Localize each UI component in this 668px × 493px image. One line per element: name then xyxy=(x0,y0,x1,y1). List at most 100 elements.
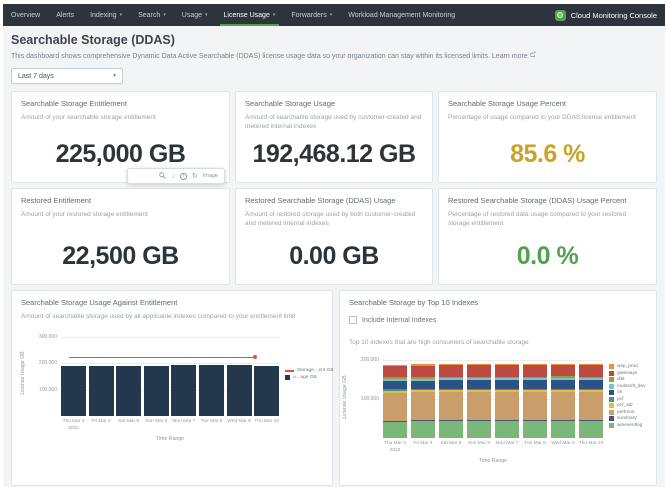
stack-segment-pcf-adr[interactable] xyxy=(383,390,407,393)
nav-item-indexing[interactable]: Indexing ▾ xyxy=(82,4,130,26)
stack-segment-pcf-adr[interactable] xyxy=(439,390,463,393)
stack-segment-wineventlog[interactable] xyxy=(523,421,547,439)
stack-segment-pcf[interactable] xyxy=(439,388,463,391)
stack-segment-pcf[interactable] xyxy=(411,389,435,391)
stack-segment-os[interactable] xyxy=(551,380,575,389)
nav-item-search[interactable]: Search ▾ xyxy=(130,4,174,26)
stack-segment-gateways[interactable] xyxy=(551,365,575,377)
stack-segment-summary[interactable] xyxy=(495,420,519,422)
stack-segment-wineventlog[interactable] xyxy=(383,421,407,439)
stack-segment-pcf[interactable] xyxy=(467,388,491,391)
usage-bar[interactable] xyxy=(61,365,86,417)
stack-segment-gateways[interactable] xyxy=(579,365,603,377)
stack-segment-pcf[interactable] xyxy=(383,389,407,391)
stack-segment-wineventlog[interactable] xyxy=(579,421,603,439)
stack-segment-perfmon[interactable] xyxy=(467,392,491,421)
stack-segment-wsp-prod[interactable] xyxy=(551,363,575,366)
stack-segment-mulesoft-dev[interactable] xyxy=(411,378,435,381)
stack-segment-wineventlog[interactable] xyxy=(411,421,435,439)
stack-segment-wsp-prod[interactable] xyxy=(439,364,463,366)
stack-segment-wsp-prod[interactable] xyxy=(523,364,547,366)
stack-segment-dist[interactable] xyxy=(579,376,603,379)
stack-segment-dist[interactable] xyxy=(411,377,435,379)
stack-segment-perfmon[interactable] xyxy=(551,391,575,421)
stack-segment-pcf[interactable] xyxy=(579,388,603,391)
stack-segment-mulesoft-dev[interactable] xyxy=(579,378,603,381)
learn-more-link[interactable]: Learn more xyxy=(492,53,528,60)
stack-segment-pcf-adr[interactable] xyxy=(579,390,603,393)
nav-item-alerts[interactable]: Alerts xyxy=(48,4,82,26)
stack-segment-wsp-prod[interactable] xyxy=(467,364,491,366)
usage-bar[interactable] xyxy=(88,365,114,417)
usage-bar[interactable] xyxy=(199,365,224,417)
stack-segment-wsp-prod[interactable] xyxy=(495,363,519,366)
stack-segment-summary[interactable] xyxy=(439,420,463,422)
stack-segment-os[interactable] xyxy=(523,380,547,389)
stack-segment-gateways[interactable] xyxy=(439,365,463,377)
stack-segment-summary[interactable] xyxy=(523,420,547,422)
stack-segment-perfmon[interactable] xyxy=(411,392,435,421)
stack-segment-os[interactable] xyxy=(467,380,491,389)
usage-bar[interactable] xyxy=(143,365,169,417)
stack-segment-pcf[interactable] xyxy=(523,388,547,391)
stack-segment-os[interactable] xyxy=(439,380,463,389)
stack-segment-pcf-adr[interactable] xyxy=(467,390,491,393)
stack-segment-wineventlog[interactable] xyxy=(439,421,463,439)
nav-item-workload-management-monitoring[interactable]: Workload Management Monitoring xyxy=(340,4,463,26)
stack-segment-dist[interactable] xyxy=(495,376,519,379)
stack-segment-gateways[interactable] xyxy=(383,366,407,378)
usage-bar[interactable] xyxy=(226,365,252,417)
stack-segment-dist[interactable] xyxy=(523,376,547,379)
stack-segment-pcf[interactable] xyxy=(551,388,575,390)
stack-segment-os[interactable] xyxy=(383,380,407,390)
stack-segment-mulesoft-dev[interactable] xyxy=(523,378,547,381)
stack-segment-wsp-prod[interactable] xyxy=(383,365,407,367)
stack-segment-summary[interactable] xyxy=(383,420,407,422)
stack-segment-dist[interactable] xyxy=(383,377,407,380)
download-icon[interactable]: ↓ xyxy=(171,173,175,180)
include-internal-indexes-checkbox[interactable]: Include Internal Indexes xyxy=(349,316,647,324)
stack-segment-gateways[interactable] xyxy=(411,365,435,378)
stack-segment-mulesoft-dev[interactable] xyxy=(495,378,519,381)
stack-segment-perfmon[interactable] xyxy=(439,392,463,421)
stack-segment-dist[interactable] xyxy=(551,376,575,379)
stack-segment-dist[interactable] xyxy=(467,376,491,379)
stack-segment-mulesoft-dev[interactable] xyxy=(383,379,407,381)
stack-segment-mulesoft-dev[interactable] xyxy=(439,378,463,381)
stack-segment-pcf[interactable] xyxy=(495,388,519,391)
stack-segment-perfmon[interactable] xyxy=(579,392,603,421)
stack-segment-wsp-prod[interactable] xyxy=(579,364,603,366)
stack-segment-perfmon[interactable] xyxy=(495,392,519,421)
stack-segment-wineventlog[interactable] xyxy=(551,421,575,439)
stack-segment-summary[interactable] xyxy=(467,420,491,422)
usage-bar[interactable] xyxy=(254,365,280,417)
stack-segment-os[interactable] xyxy=(495,380,519,389)
stack-segment-summary[interactable] xyxy=(551,420,575,422)
stack-segment-gateways[interactable] xyxy=(523,365,547,377)
stack-segment-summary[interactable] xyxy=(411,420,435,422)
stack-segment-pcf-adr[interactable] xyxy=(551,389,575,392)
refresh-icon[interactable]: ↻ xyxy=(192,173,198,180)
search-icon[interactable] xyxy=(159,171,166,181)
stack-segment-pcf-adr[interactable] xyxy=(495,390,519,393)
nav-item-usage[interactable]: Usage ▾ xyxy=(174,4,216,26)
info-icon[interactable]: i xyxy=(179,172,187,180)
stack-segment-wineventlog[interactable] xyxy=(467,421,491,439)
stack-segment-wineventlog[interactable] xyxy=(495,421,519,439)
stack-segment-dist[interactable] xyxy=(439,376,463,379)
stack-segment-perfmon[interactable] xyxy=(523,392,547,421)
stack-segment-gateways[interactable] xyxy=(467,365,491,377)
stack-segment-perfmon[interactable] xyxy=(383,392,407,421)
stack-segment-pcf-adr[interactable] xyxy=(411,390,435,393)
time-range-picker[interactable]: Last 7 days ▾ xyxy=(11,68,123,84)
nav-item-overview[interactable]: Overview xyxy=(3,4,48,26)
stack-segment-gateways[interactable] xyxy=(495,365,519,377)
stack-segment-summary[interactable] xyxy=(579,420,603,422)
stack-segment-mulesoft-dev[interactable] xyxy=(467,378,491,381)
stack-segment-os[interactable] xyxy=(579,380,603,389)
stack-segment-mulesoft-dev[interactable] xyxy=(551,378,575,380)
stack-segment-wsp-prod[interactable] xyxy=(411,364,435,366)
nav-item-license-usage[interactable]: License Usage ▾ xyxy=(216,4,284,26)
stack-segment-pcf-adr[interactable] xyxy=(523,390,547,393)
nav-item-forwarders[interactable]: Forwarders ▾ xyxy=(283,4,340,26)
